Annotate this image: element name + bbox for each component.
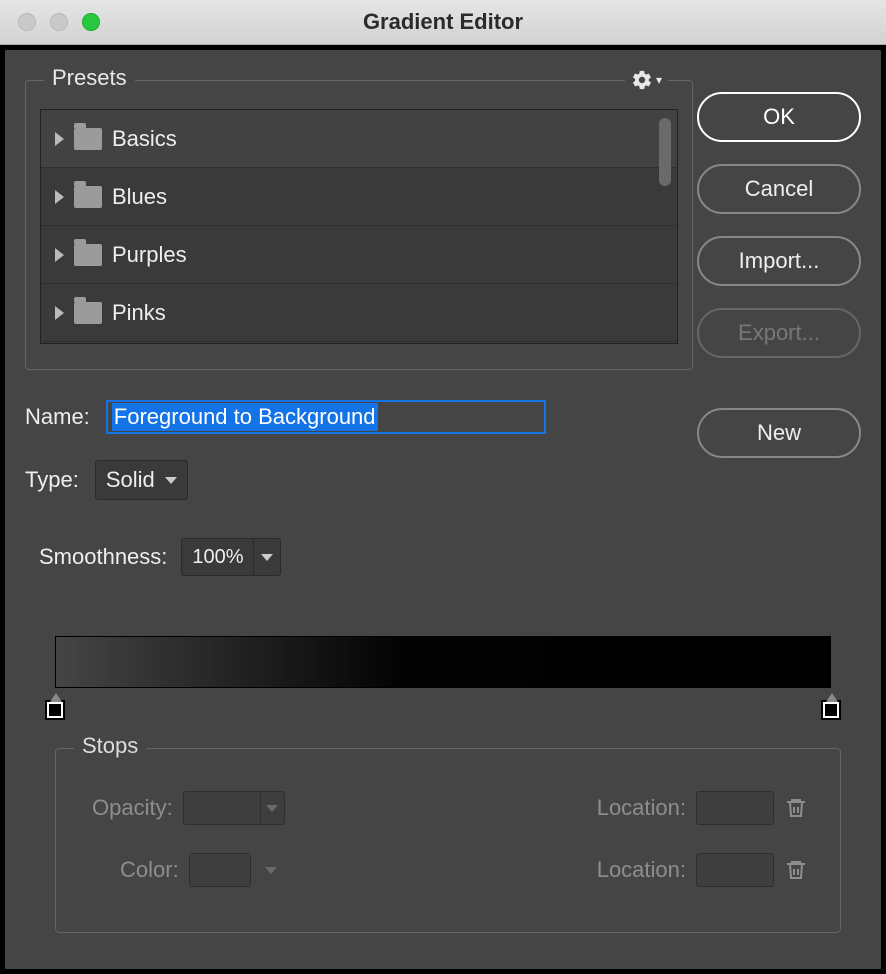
presets-menu-button[interactable]: ▾ [625, 69, 668, 91]
name-input[interactable]: Foreground to Background [106, 400, 546, 434]
preset-label: Basics [112, 126, 177, 152]
smoothness-input[interactable]: 100% [181, 538, 253, 576]
smoothness-stepper[interactable] [253, 538, 281, 576]
gradient-preview[interactable] [55, 636, 831, 688]
chevron-right-icon [55, 190, 64, 204]
preset-list[interactable]: Basics Blues Purples Pinks [40, 109, 678, 344]
color-stop-start[interactable] [45, 700, 65, 720]
name-label: Name: [25, 404, 90, 430]
new-button[interactable]: New [697, 408, 861, 458]
cancel-button[interactable]: Cancel [697, 164, 861, 214]
type-dropdown[interactable]: Solid [95, 460, 188, 500]
gradient-bar[interactable] [55, 636, 831, 688]
preset-folder-basics[interactable]: Basics [41, 110, 677, 168]
preset-folder-blues[interactable]: Blues [41, 168, 677, 226]
smoothness-label: Smoothness: [39, 544, 167, 570]
window-title: Gradient Editor [0, 9, 886, 35]
type-label: Type: [25, 467, 79, 493]
stops-fieldset: Stops Opacity: Location: Color: [55, 748, 841, 933]
chevron-down-icon [266, 805, 278, 812]
opacity-label: Opacity: [92, 795, 173, 821]
opacity-input [183, 791, 261, 825]
trash-icon [784, 856, 808, 884]
name-input-value: Foreground to Background [112, 403, 378, 431]
chevron-down-icon [265, 867, 277, 874]
scrollbar-thumb[interactable] [659, 118, 671, 186]
titlebar: Gradient Editor [0, 0, 886, 45]
folder-icon [74, 302, 102, 324]
preset-folder-pinks[interactable]: Pinks [41, 284, 677, 342]
preset-folder-purples[interactable]: Purples [41, 226, 677, 284]
color-swatch [189, 853, 251, 887]
color-label: Color: [120, 857, 179, 883]
gear-icon [631, 69, 653, 91]
color-stop-end[interactable] [821, 700, 841, 720]
dialog-panel: Presets ▾ Basics Blues [4, 49, 882, 970]
opacity-location-label: Location: [597, 795, 686, 821]
opacity-location-input [696, 791, 774, 825]
import-button[interactable]: Import... [697, 236, 861, 286]
color-location-input [696, 853, 774, 887]
folder-icon [74, 186, 102, 208]
folder-icon [74, 128, 102, 150]
chevron-right-icon [55, 132, 64, 146]
preset-label: Purples [112, 242, 187, 268]
chevron-right-icon [55, 248, 64, 262]
presets-legend: Presets [44, 65, 135, 91]
chevron-right-icon [55, 306, 64, 320]
preset-label: Pinks [112, 300, 166, 326]
presets-fieldset: Presets ▾ Basics Blues [25, 80, 693, 370]
stops-legend: Stops [74, 733, 146, 759]
type-value: Solid [106, 467, 155, 493]
export-button: Export... [697, 308, 861, 358]
opacity-stepper [261, 791, 285, 825]
chevron-down-icon [261, 554, 273, 561]
folder-icon [74, 244, 102, 266]
ok-button[interactable]: OK [697, 92, 861, 142]
color-location-label: Location: [597, 857, 686, 883]
chevron-down-icon [165, 477, 177, 484]
preset-label: Blues [112, 184, 167, 210]
trash-icon [784, 794, 808, 822]
